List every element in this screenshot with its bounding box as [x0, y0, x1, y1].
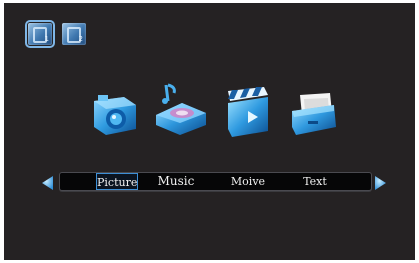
usb-source-1-tile[interactable]: 1 [25, 20, 55, 48]
arrow-right-icon[interactable] [372, 175, 388, 191]
menu-item-text[interactable]: Text [298, 173, 332, 190]
source-badge-1: 1 [44, 35, 49, 43]
menu-item-movie[interactable]: Moive [228, 173, 268, 190]
camera-icon[interactable] [88, 91, 140, 137]
menu-item-music[interactable]: Music [156, 173, 196, 190]
usb-source-2-tile[interactable]: 2 [62, 23, 86, 45]
menu-item-picture[interactable]: Picture [96, 173, 138, 190]
media-player-screen: 1 2 Picture Music Moive Text [4, 3, 415, 260]
music-box-icon[interactable] [152, 81, 210, 137]
source-badge-2: 2 [78, 35, 83, 43]
clapperboard-icon[interactable] [222, 85, 272, 139]
media-menu-bar: Picture Music Moive Text [59, 172, 372, 191]
arrow-left-icon[interactable] [40, 175, 56, 191]
folder-icon[interactable] [288, 91, 340, 137]
